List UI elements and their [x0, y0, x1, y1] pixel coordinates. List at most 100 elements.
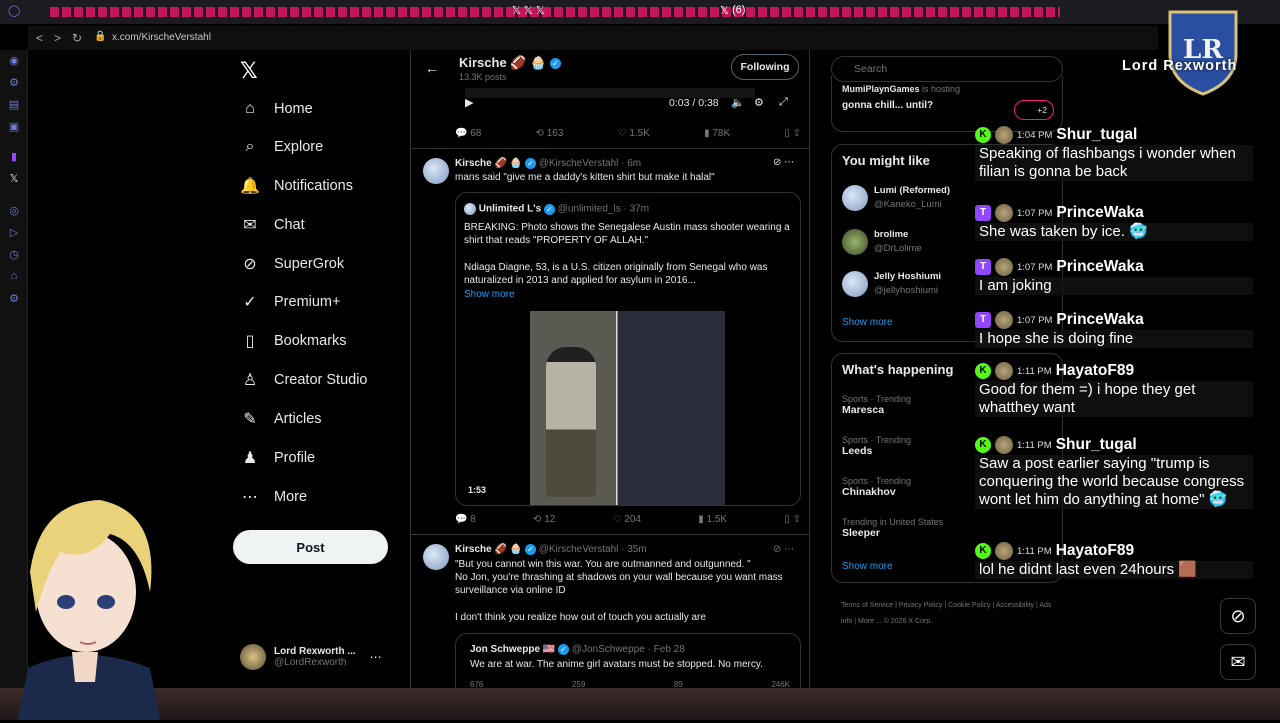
bookmark-icon[interactable]: ▯ ⇪: [784, 514, 801, 525]
reload-icon[interactable]: ↻: [72, 31, 82, 45]
nav-chat[interactable]: ✉ Chat: [240, 210, 305, 240]
avatar[interactable]: [423, 544, 449, 570]
suggestion-handle: @Kaneko_Lumi: [874, 199, 942, 210]
nav-supergrok[interactable]: ⊘ SuperGrok: [240, 249, 344, 279]
x-icon[interactable]: 𝕏: [7, 172, 21, 186]
x-tab-icon[interactable]: 𝕏: [720, 4, 729, 17]
repost-button[interactable]: ⟲ 163: [536, 128, 564, 139]
avatar[interactable]: [842, 271, 868, 297]
bookmark-icon[interactable]: ▯ ⇪: [784, 128, 801, 139]
kick-icon: K: [975, 437, 991, 453]
video-thumbnail[interactable]: [530, 311, 725, 505]
copyright: © 2026 X Corp.: [883, 618, 933, 625]
trend-item[interactable]: Trending in United States Sleeper: [842, 517, 943, 539]
suggestion-name[interactable]: Lumi (Reformed): [874, 185, 950, 196]
settings-icon[interactable]: ⚙: [754, 96, 764, 109]
volume-icon[interactable]: 🔈: [731, 96, 745, 109]
reply-button[interactable]: 💬 8: [455, 514, 476, 525]
nav-creator-studio[interactable]: ♙ Creator Studio: [240, 365, 368, 395]
x-tab-icon[interactable]: 𝕏 𝕏 𝕏: [512, 4, 545, 17]
footer-link[interactable]: Privacy Policy: [899, 602, 943, 609]
suggestion-name[interactable]: Jelly Hoshiumi: [874, 271, 941, 282]
show-more-link[interactable]: Show more: [842, 561, 893, 572]
nav-premium[interactable]: ✓ Premium+: [240, 287, 340, 317]
account-name: Lord Rexworth ...: [274, 646, 356, 657]
avatar[interactable]: [842, 185, 868, 211]
chat-text: I hope she is doing fine: [975, 330, 1253, 348]
chat-message: K 1:04 PM Shur_tugal Speaking of flashbangs…: [975, 125, 1253, 181]
section-title: What's happening: [842, 362, 954, 377]
sidebar-app-icon[interactable]: ⌂: [7, 270, 21, 284]
show-more-link[interactable]: Show more: [464, 289, 515, 300]
grok-icon[interactable]: ⊘ ⋯: [773, 157, 794, 168]
back-icon[interactable]: <: [36, 31, 43, 45]
sidebar-app-icon[interactable]: ◷: [7, 248, 21, 262]
nav-notifications[interactable]: 🔔 Notifications: [240, 171, 353, 201]
quote-tweet[interactable]: Unlimited L's ✓ @unlimited_ls · 37m BREA…: [455, 192, 801, 506]
x-logo-icon[interactable]: 𝕏: [240, 58, 258, 84]
space-card[interactable]: MumiPlaynGames is hosting gonna chill...…: [831, 76, 1063, 132]
timeline[interactable]: ← Kirsche 🏈 🧁 ✓ 13.3K posts Following ▶ …: [410, 50, 810, 720]
views-button[interactable]: ▮ 78K: [704, 128, 730, 139]
account-switcher[interactable]: Lord Rexworth ... @LordRexworth ⋯: [240, 644, 400, 670]
trend-item[interactable]: Sports · Trending Chinakhov: [842, 476, 911, 498]
nav-bookmarks[interactable]: ▯ Bookmarks: [240, 326, 347, 356]
chat-header: K 1:11 PM HayatoF89: [975, 361, 1253, 381]
show-more-link[interactable]: Show more: [842, 317, 893, 328]
mail-icon[interactable]: ✉: [1220, 644, 1256, 680]
suggestion-handle: @DrLolime: [874, 243, 922, 254]
footer-link[interactable]: Terms of Service: [841, 602, 893, 609]
avatar: [995, 362, 1013, 380]
views-button[interactable]: ▮ 1.5K: [698, 514, 727, 525]
chat-header: K 1:11 PM HayatoF89: [975, 541, 1253, 561]
divider: [411, 148, 809, 149]
sidebar-app-icon[interactable]: ▣: [7, 120, 21, 134]
nav-profile[interactable]: ♟ Profile: [240, 443, 315, 473]
grok-icon[interactable]: ⊘: [1220, 598, 1256, 634]
tweet-text: No Jon, you're thrashing at shadows on y…: [455, 572, 783, 596]
grok-icon[interactable]: ⊘ ⋯: [773, 544, 794, 555]
nav-label: Profile: [274, 450, 316, 466]
forward-icon[interactable]: >: [54, 31, 61, 45]
nav-label: Chat: [274, 217, 305, 233]
section-title: You might like: [842, 153, 930, 168]
fullscreen-icon[interactable]: ⤢: [779, 96, 788, 109]
post-button[interactable]: Post: [233, 530, 388, 564]
like-button[interactable]: ♡ 204: [613, 514, 641, 525]
footer-link[interactable]: Accessibility: [996, 602, 1034, 609]
settings-icon[interactable]: ⚙: [7, 292, 21, 306]
trend-item[interactable]: Sports · Trending Leeds: [842, 435, 911, 457]
repost-button[interactable]: ⟲ 12: [533, 514, 555, 525]
nav-more[interactable]: ⋯ More: [240, 482, 307, 512]
tweet-header: Kirsche 🏈 🧁 ✓ @KirscheVerstahl · 6m: [455, 158, 642, 170]
sidebar-app-icon[interactable]: ◎: [7, 204, 21, 218]
avatar: [995, 204, 1013, 222]
sidebar-app-icon[interactable]: ▷: [7, 226, 21, 240]
chat-message: K 1:11 PM HayatoF89 Good for them =) i hope…: [975, 361, 1253, 417]
verified-icon: ✓: [243, 294, 257, 311]
footer-link[interactable]: Cookie Policy: [948, 602, 990, 609]
avatar[interactable]: [842, 229, 868, 255]
tweet-text: "But you cannot win this war. You are ou…: [455, 559, 751, 570]
footer-link[interactable]: More ...: [858, 618, 882, 625]
chat-time: 1:07 PM: [1017, 261, 1053, 273]
following-button[interactable]: Following: [731, 54, 799, 80]
play-icon[interactable]: ▶: [465, 96, 473, 109]
reply-button[interactable]: 💬 68: [455, 128, 481, 139]
back-arrow-icon[interactable]: ←: [425, 60, 439, 76]
nav-explore[interactable]: ⌕ Explore: [240, 132, 324, 162]
nav-home[interactable]: ⌂ Home: [240, 94, 313, 124]
sidebar-app-icon[interactable]: ⚙: [7, 76, 21, 90]
url-field[interactable]: x.com/KirscheVerstahl: [112, 32, 211, 43]
tab-strip[interactable]: [50, 7, 1060, 17]
more-icon[interactable]: ⋯: [370, 650, 382, 664]
nav-articles[interactable]: ✎ Articles: [240, 404, 321, 434]
suggestion-name[interactable]: brolime: [874, 229, 908, 240]
nav-label: Notifications: [274, 178, 353, 194]
twitch-icon[interactable]: ▮: [7, 150, 21, 164]
sidebar-app-icon[interactable]: ◉: [7, 54, 21, 68]
avatar[interactable]: [423, 158, 449, 184]
trend-item[interactable]: Sports · Trending Maresca: [842, 394, 911, 416]
like-button[interactable]: ♡ 1.5K: [618, 128, 650, 139]
sidebar-app-icon[interactable]: ▤: [7, 98, 21, 112]
